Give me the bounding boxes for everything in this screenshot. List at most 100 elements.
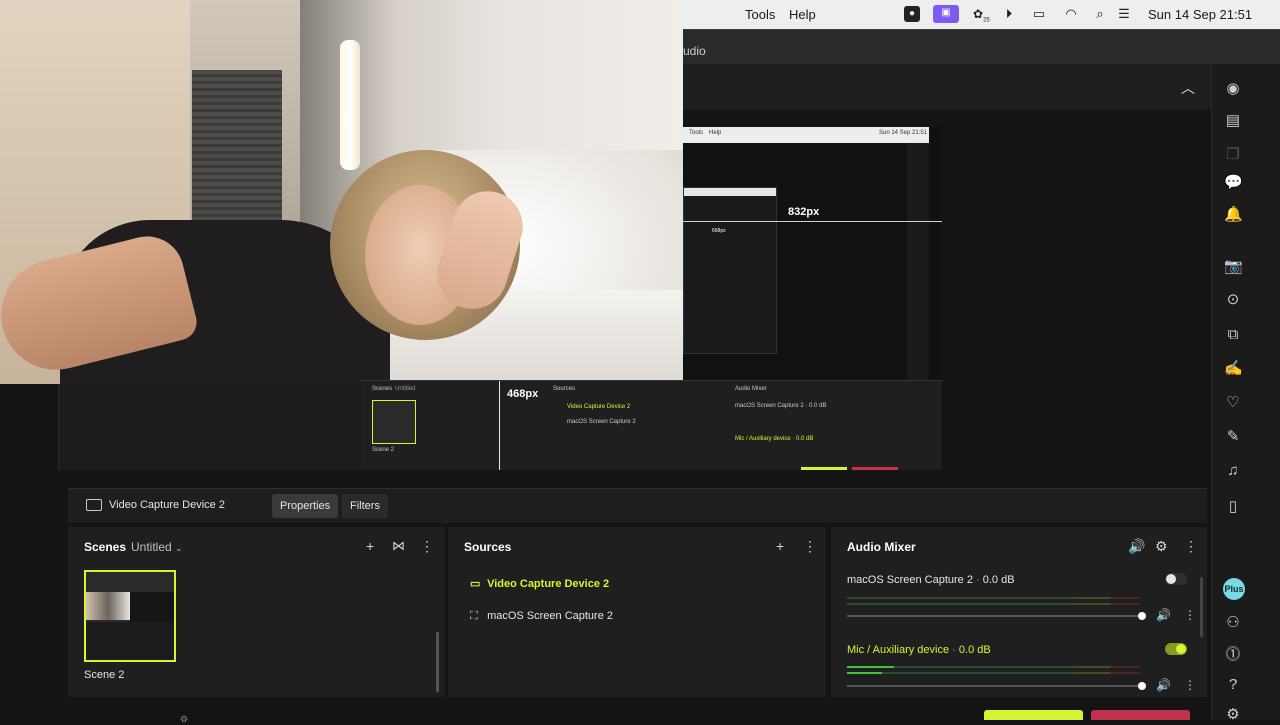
brush-icon[interactable]: ✎ xyxy=(1224,428,1242,446)
channel-1-more-icon[interactable]: ⋮ xyxy=(1184,608,1196,622)
channel-2-name: Mic / Auxiliary device xyxy=(847,644,950,656)
nested-clock: Sun 14 Sep 21:51 xyxy=(879,130,928,136)
channel-1-volume-slider[interactable] xyxy=(847,615,1140,617)
music-icon[interactable]: ♫ xyxy=(1224,462,1242,480)
camera-icon xyxy=(86,499,102,511)
channel-1-meter xyxy=(847,597,1140,599)
record-button[interactable] xyxy=(1091,710,1190,720)
properties-button[interactable]: Properties xyxy=(272,494,339,518)
macos-menu-bar: Tools Help ● ▣ ✿25 ⏵ ▭ ◠ ⌕ ☰ Sun 14 Sep … xyxy=(683,0,1280,29)
preview-header: ︿ xyxy=(683,64,1211,110)
source-toolbar: Video Capture Device 2 Properties Filter… xyxy=(68,488,1207,523)
stage-background xyxy=(0,470,1211,488)
scenes-title: Scenes xyxy=(84,540,127,554)
bell-icon[interactable]: 🔔 xyxy=(1224,206,1243,224)
source-item-screen-capture[interactable]: ⛶ macOS Screen Capture 2 xyxy=(470,610,613,623)
channel-2-volume-knob[interactable] xyxy=(1138,682,1146,690)
audio-mixer-panel: Audio Mixer 🔊 ⚙ ⋮ macOS Screen Capture 2… xyxy=(831,527,1207,697)
channel-1-toggle-knob xyxy=(1166,574,1176,584)
channel-1-mute-icon[interactable]: 🔊 xyxy=(1156,608,1171,622)
signature-icon[interactable]: ✍ xyxy=(1224,360,1243,378)
battery-vertical-icon[interactable]: ▯ xyxy=(1224,498,1242,516)
nested-scene-thumbnail xyxy=(372,400,416,444)
account-icon[interactable]: ◉ xyxy=(1224,80,1242,98)
scenes-more-icon[interactable]: ⋮ xyxy=(420,538,434,554)
scene-collection-dropdown[interactable]: Untitled ⌄ xyxy=(131,540,183,554)
preview-height-label: 468px xyxy=(507,388,539,400)
nested-scenes-sub: Untitled xyxy=(395,386,416,392)
mixer-more-icon[interactable]: ⋮ xyxy=(1184,538,1198,554)
capture-icon[interactable]: ⊙ xyxy=(1224,291,1242,309)
camera-icon: ▭ xyxy=(470,578,481,590)
camera-icon[interactable]: 📷 xyxy=(1224,258,1243,276)
scene-collection-name: Untitled xyxy=(131,540,172,554)
menu-tools[interactable]: Tools xyxy=(745,7,775,22)
heart-icon[interactable]: ♡ xyxy=(1224,394,1242,412)
nested-source-1: Video Capture Device 2 xyxy=(567,404,631,410)
channel-2-meter-right xyxy=(847,672,1140,674)
duplicate-icon[interactable]: ⧉ xyxy=(1224,326,1242,344)
scene-label[interactable]: Scene 2 xyxy=(84,669,124,681)
webcam-video-frame xyxy=(0,0,683,384)
nested-scenes-title: Scenes xyxy=(372,386,393,392)
chat-icon[interactable]: 💬 xyxy=(1224,174,1243,192)
channel-1-toggle[interactable] xyxy=(1165,573,1187,585)
status-bar: ⚙ xyxy=(0,700,1211,724)
mixer-scrollbar[interactable] xyxy=(1200,577,1203,637)
add-source-icon[interactable]: + xyxy=(776,538,784,554)
transition-icon[interactable]: ⋈ xyxy=(392,538,405,554)
channel-2-more-icon[interactable]: ⋮ xyxy=(1184,678,1196,692)
nested-source-2: macOS Screen Capture 2 xyxy=(567,419,636,425)
channel-2-toggle[interactable] xyxy=(1165,643,1187,655)
search-icon[interactable]: ⌕ xyxy=(1092,6,1108,22)
menubar-clock[interactable]: Sun 14 Sep 21:51 xyxy=(1148,7,1252,22)
alert-icon[interactable]: ⓵ xyxy=(1224,646,1242,664)
chevron-down-icon: ⌄ xyxy=(175,543,183,553)
gamepad-icon[interactable]: ⚇ xyxy=(1224,614,1242,632)
nested-inner-preview: 668px xyxy=(683,187,777,354)
battery-icon[interactable]: ▭ xyxy=(1029,6,1049,22)
chevron-up-icon[interactable]: ︿ xyxy=(1181,78,1195,98)
scene-thumbnail[interactable] xyxy=(84,570,176,662)
menu-help[interactable]: Help xyxy=(789,7,816,22)
channel-2-level: 0.0 dB xyxy=(958,644,991,656)
sources-title: Sources xyxy=(464,540,512,554)
screen-share-icon[interactable]: ▣ xyxy=(933,5,959,23)
channel-2-volume-slider[interactable] xyxy=(847,685,1140,687)
window-blind xyxy=(192,70,282,220)
plus-badge[interactable]: Plus xyxy=(1223,578,1245,600)
channel-2-mute-icon[interactable]: 🔊 xyxy=(1156,678,1171,692)
channel-2-toggle-knob xyxy=(1176,644,1186,654)
go-live-button[interactable] xyxy=(984,710,1083,720)
layout-icon[interactable]: ▤ xyxy=(1224,112,1242,130)
wifi-icon[interactable]: ◠ xyxy=(1063,6,1079,22)
add-scene-icon[interactable]: + xyxy=(366,538,374,554)
scenes-scrollbar[interactable] xyxy=(436,632,439,692)
channel-2-label: Mic / Auxiliary device · 0.0 dB xyxy=(847,644,991,656)
badge-count: 25 xyxy=(983,17,990,24)
speaker-icon[interactable]: 🔊 xyxy=(1128,538,1145,554)
settings-icon[interactable]: ⚙ xyxy=(1224,706,1242,724)
channel-1-label: macOS Screen Capture 2 · 0.0 dB xyxy=(847,574,1015,586)
channel-1-volume-knob[interactable] xyxy=(1138,612,1146,620)
copy-icon[interactable]: ❐ xyxy=(1224,146,1242,164)
channel-1-level: 0.0 dB xyxy=(982,574,1015,586)
recorder-status-icon[interactable]: ● xyxy=(904,6,920,22)
scenes-panel: Scenes Untitled ⌄ + ⋈ ⋮ Scene 2 xyxy=(68,527,445,697)
help-icon[interactable]: ? xyxy=(1224,676,1242,694)
nested-inner-menubar xyxy=(684,188,776,196)
channel-1-meter-right xyxy=(847,603,1140,605)
nested-sources-title: Sources xyxy=(553,386,576,392)
source-item-video-capture[interactable]: ▭ Video Capture Device 2 xyxy=(470,577,609,590)
nested-inner-width-label: 668px xyxy=(712,228,726,234)
sources-more-icon[interactable]: ⋮ xyxy=(803,538,817,554)
control-center-icon[interactable]: ☰ xyxy=(1116,6,1132,22)
filters-button[interactable]: Filters xyxy=(342,494,388,518)
app-badge-icon[interactable]: ✿25 xyxy=(973,6,990,24)
width-ruler-line xyxy=(683,221,942,222)
mixer-settings-icon[interactable]: ⚙ xyxy=(1155,538,1168,554)
selected-source-name: Video Capture Device 2 xyxy=(109,499,225,511)
nested-channel-1: macOS Screen Capture 2 · 0.0 dB xyxy=(735,403,827,409)
thumb-panels xyxy=(86,622,174,660)
play-icon[interactable]: ⏵ xyxy=(1001,6,1017,22)
